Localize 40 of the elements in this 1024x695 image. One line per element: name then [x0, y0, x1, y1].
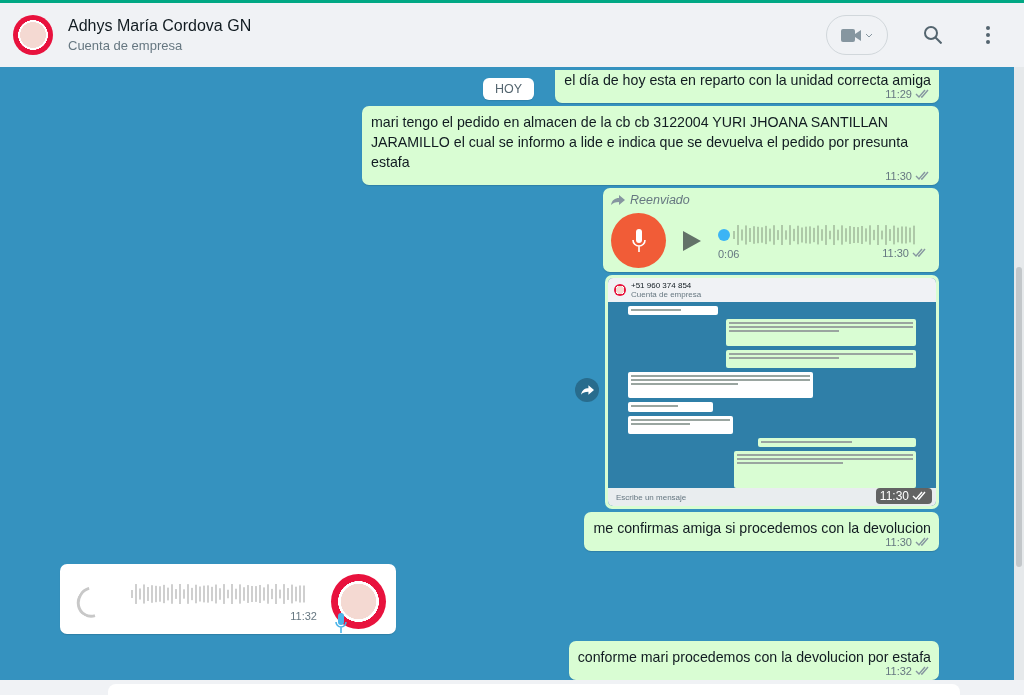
- message-time: 11:29: [885, 88, 912, 100]
- message-time: 11:30: [879, 489, 909, 503]
- contact-subtitle: Cuenta de empresa: [68, 38, 184, 53]
- forward-arrow-icon: [580, 385, 594, 395]
- message-input-field: Escribe un mensaje: [616, 492, 687, 502]
- read-ticks-icon: [915, 537, 931, 547]
- contact-avatar: [331, 574, 386, 629]
- contact-name: Adhys María Cordova GN: [68, 17, 253, 35]
- read-ticks-icon: [912, 247, 928, 258]
- contact-subtitle: Cuenta de empresa: [631, 290, 702, 299]
- microphone-icon: [631, 228, 646, 253]
- audio-duration: 0:06: [718, 247, 740, 260]
- contact-avatar: [614, 284, 626, 296]
- message-time: 11:32: [290, 609, 317, 622]
- progress-thumb[interactable]: [718, 228, 730, 241]
- forwarded-label: Reenviado: [611, 193, 931, 207]
- message-time: 11:30: [885, 170, 912, 182]
- message-text: mari tengo el pedido en almacen de la cb cb 3122004 YURI JHOANA SANTILLAN JARAMILLO el cual se informo a lide e indica que se devuelva el pedido por presunta estafa: [371, 113, 910, 172]
- message-text: conforme mari procedemos con la devolucion por estafa: [577, 648, 931, 667]
- video-call-button[interactable]: [826, 15, 888, 55]
- date-chip: HOY: [483, 78, 535, 100]
- microphone-icon: [335, 613, 347, 633]
- video-camera-icon: [841, 28, 861, 42]
- forward-button[interactable]: [575, 378, 599, 402]
- read-ticks-icon: [915, 89, 931, 99]
- caret-icon: [865, 32, 873, 38]
- read-ticks-icon: [915, 171, 931, 181]
- contact-name: +51 960 374 854: [631, 281, 693, 290]
- message-time: 11:30: [885, 536, 912, 548]
- message-text: el día de hoy esta en reparto con la unidad correcta amiga: [564, 71, 931, 90]
- contact-avatar[interactable]: [13, 15, 53, 55]
- message-time: 11:30: [882, 246, 909, 259]
- read-ticks-icon: [915, 666, 931, 676]
- menu-icon: [986, 26, 990, 44]
- message-text: me confirmas amiga si procedemos con la devolucion: [593, 519, 931, 538]
- search-icon: [924, 26, 942, 44]
- message-time: 11:32: [885, 665, 912, 677]
- play-icon: [683, 230, 701, 251]
- read-ticks-icon: [912, 491, 928, 501]
- forward-arrow-icon: [611, 195, 625, 205]
